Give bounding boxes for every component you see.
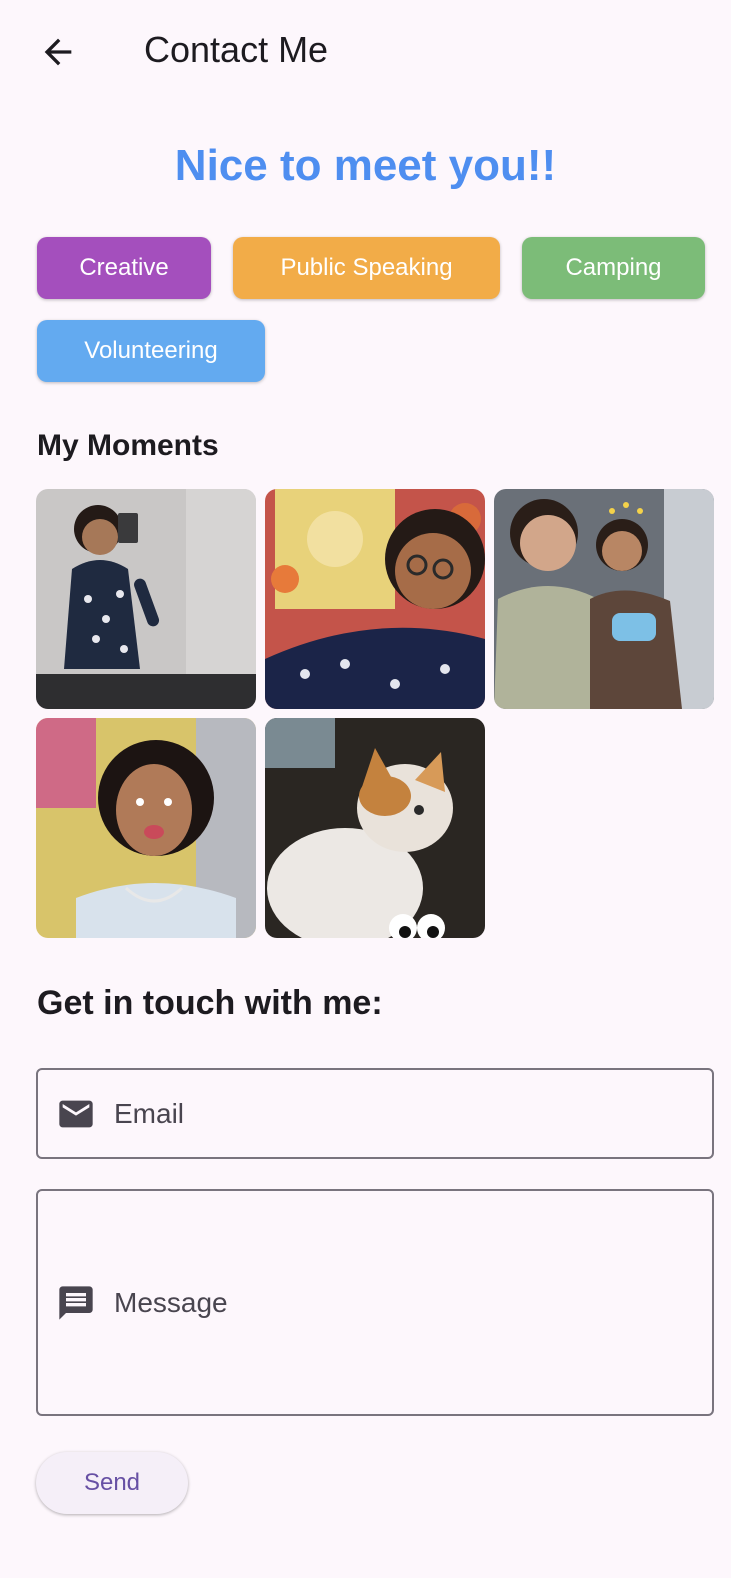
chip-label: Public Speaking (280, 254, 453, 281)
send-button[interactable]: Send (36, 1452, 188, 1514)
photo-mirror-selfie[interactable] (36, 489, 256, 709)
message-field[interactable]: Message (36, 1189, 714, 1416)
photo-selfie-artwork[interactable] (265, 489, 485, 709)
email-label: Email (114, 1098, 185, 1129)
mail-icon (59, 1100, 93, 1128)
greeting-heading: Nice to meet you!! (174, 141, 557, 190)
chip-public-speaking[interactable]: Public Speaking (233, 237, 500, 299)
message-icon (59, 1286, 93, 1320)
back-button[interactable] (34, 28, 82, 76)
chip-volunteering[interactable]: Volunteering (37, 320, 265, 382)
message-label: Message (114, 1287, 228, 1318)
chip-label: Creative (79, 254, 169, 281)
chip-creative[interactable]: Creative (37, 237, 211, 299)
chip-camping[interactable]: Camping (522, 237, 705, 299)
chip-label: Volunteering (84, 337, 218, 364)
chip-label: Camping (565, 254, 662, 281)
send-label: Send (83, 1469, 141, 1496)
email-field[interactable]: Email (36, 1068, 714, 1159)
photo-cat[interactable] (265, 718, 485, 938)
page-title: Contact Me (144, 29, 329, 70)
arrow-back-icon (44, 38, 72, 66)
moments-heading: My Moments (37, 429, 219, 462)
contact-heading: Get in touch with me: (37, 984, 383, 1022)
photo-selfie-filter[interactable] (36, 718, 256, 938)
photo-two-friends[interactable] (494, 489, 714, 709)
app-bar: Contact Me (0, 0, 731, 100)
